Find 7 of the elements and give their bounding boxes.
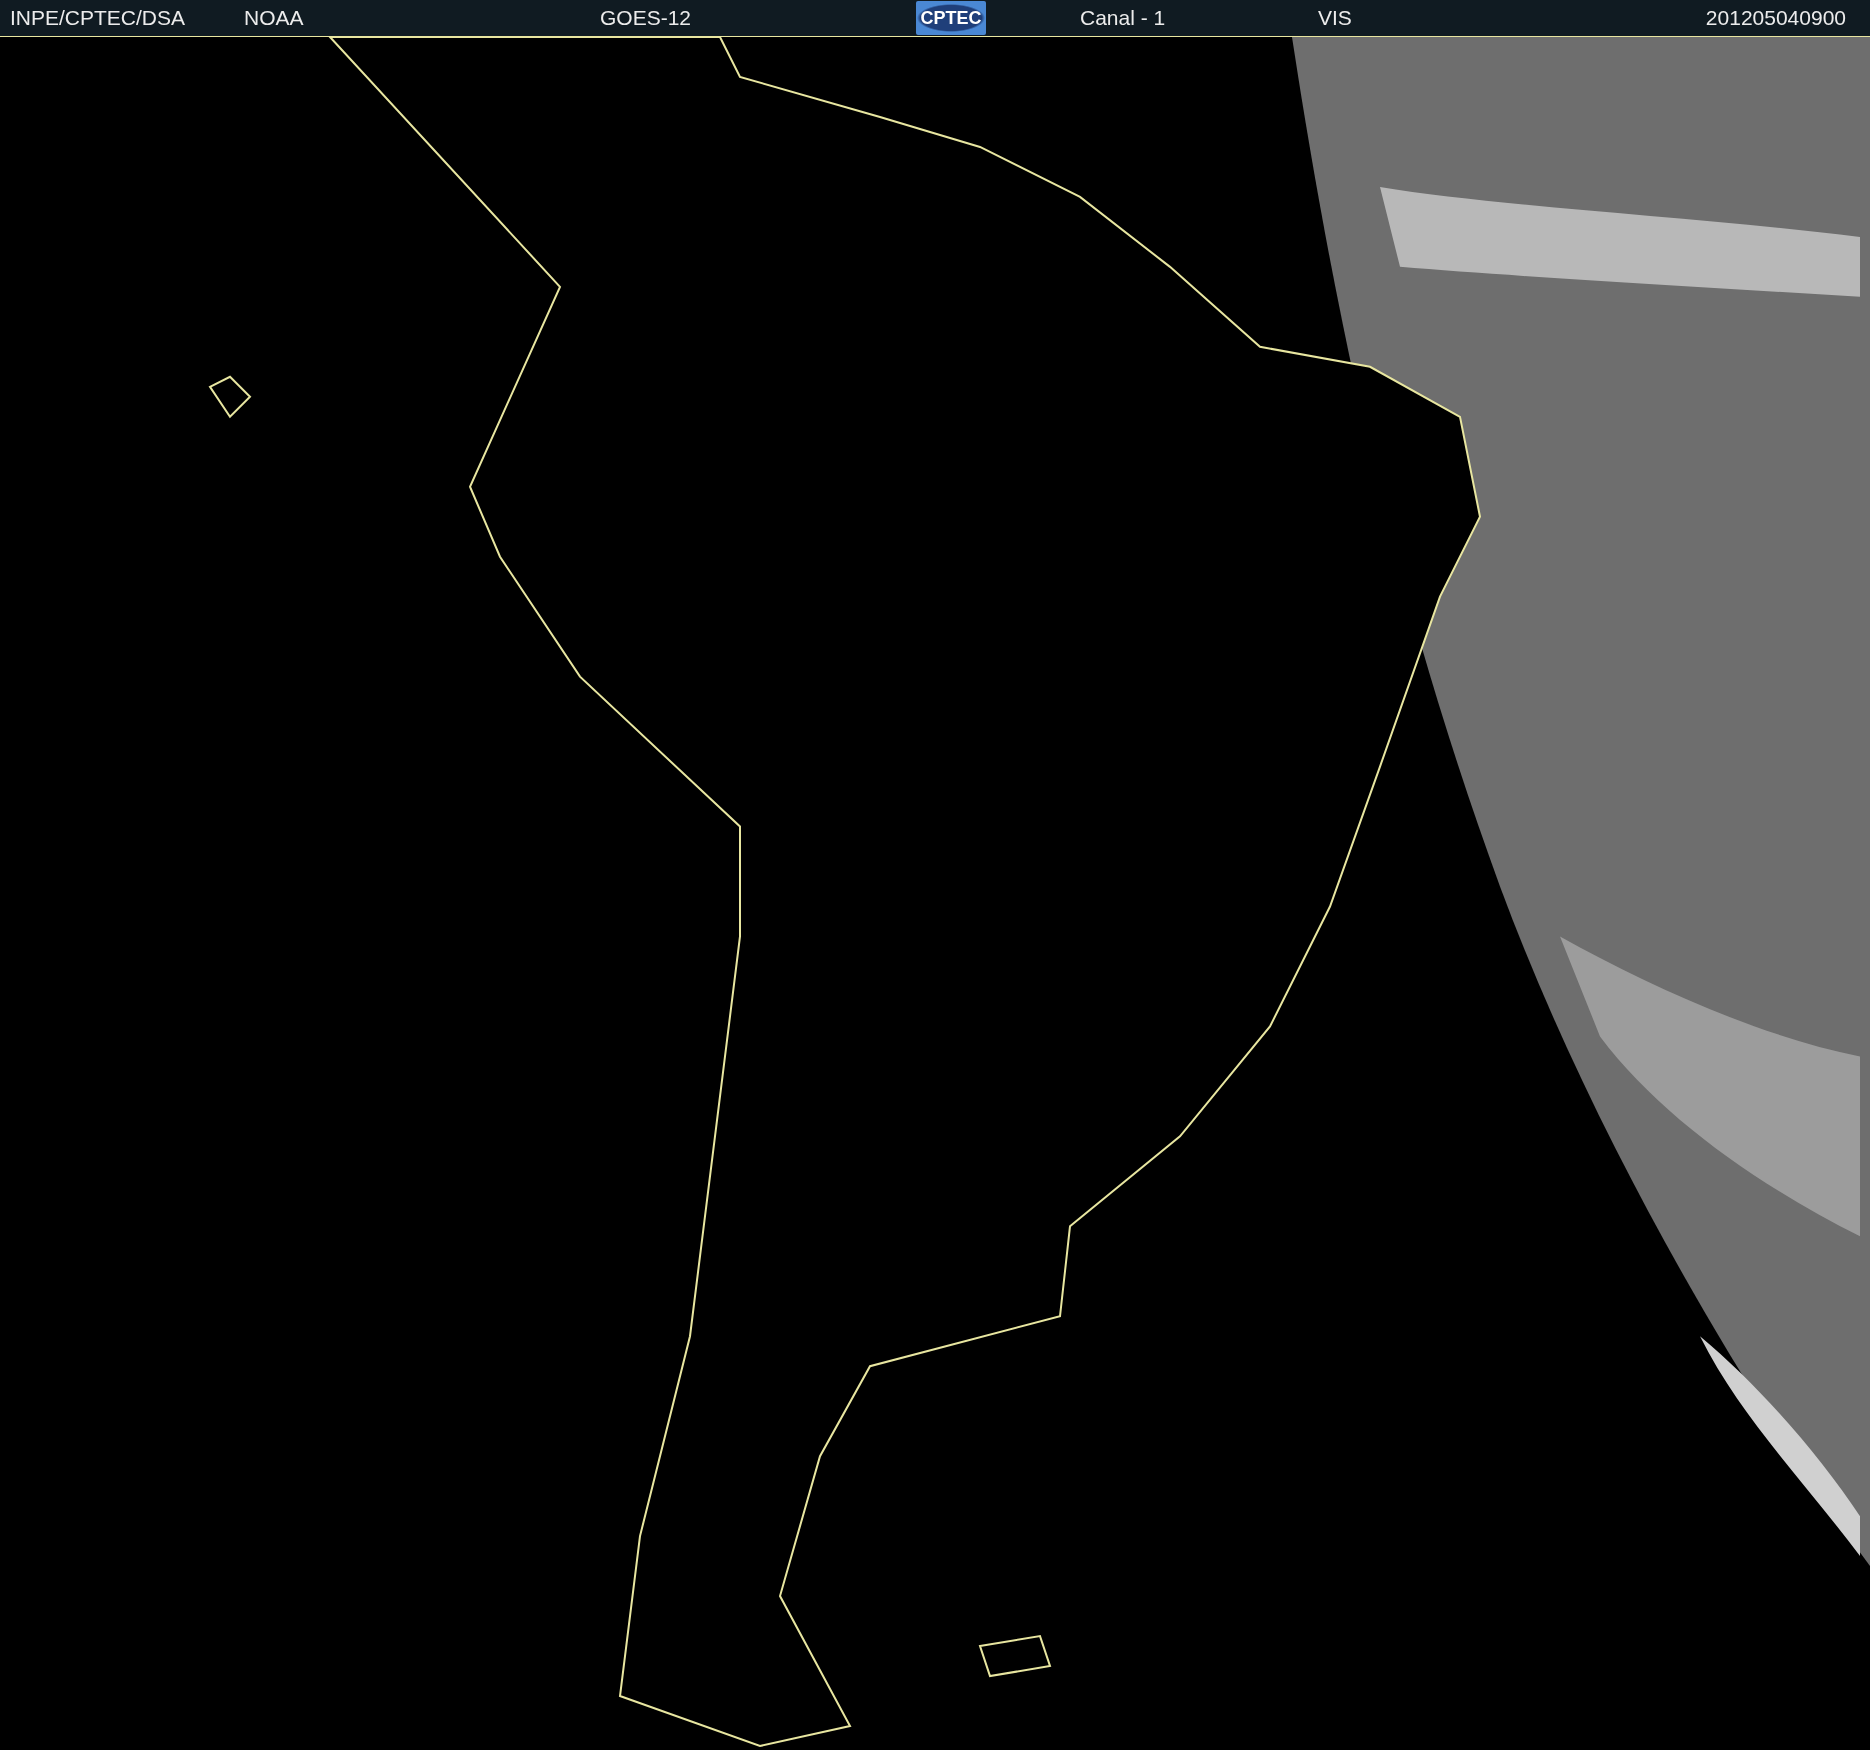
- header-label: NOAA: [244, 6, 305, 30]
- header-label: 201205040900: [1705, 6, 1846, 30]
- header-label: INPE/CPTEC/DSA: [10, 6, 187, 30]
- header-label: GOES-12: [600, 6, 693, 30]
- header-label: VIS: [1318, 6, 1353, 30]
- header-label: Canal - 1: [1080, 6, 1167, 30]
- logo: CPTEC: [916, 1, 986, 35]
